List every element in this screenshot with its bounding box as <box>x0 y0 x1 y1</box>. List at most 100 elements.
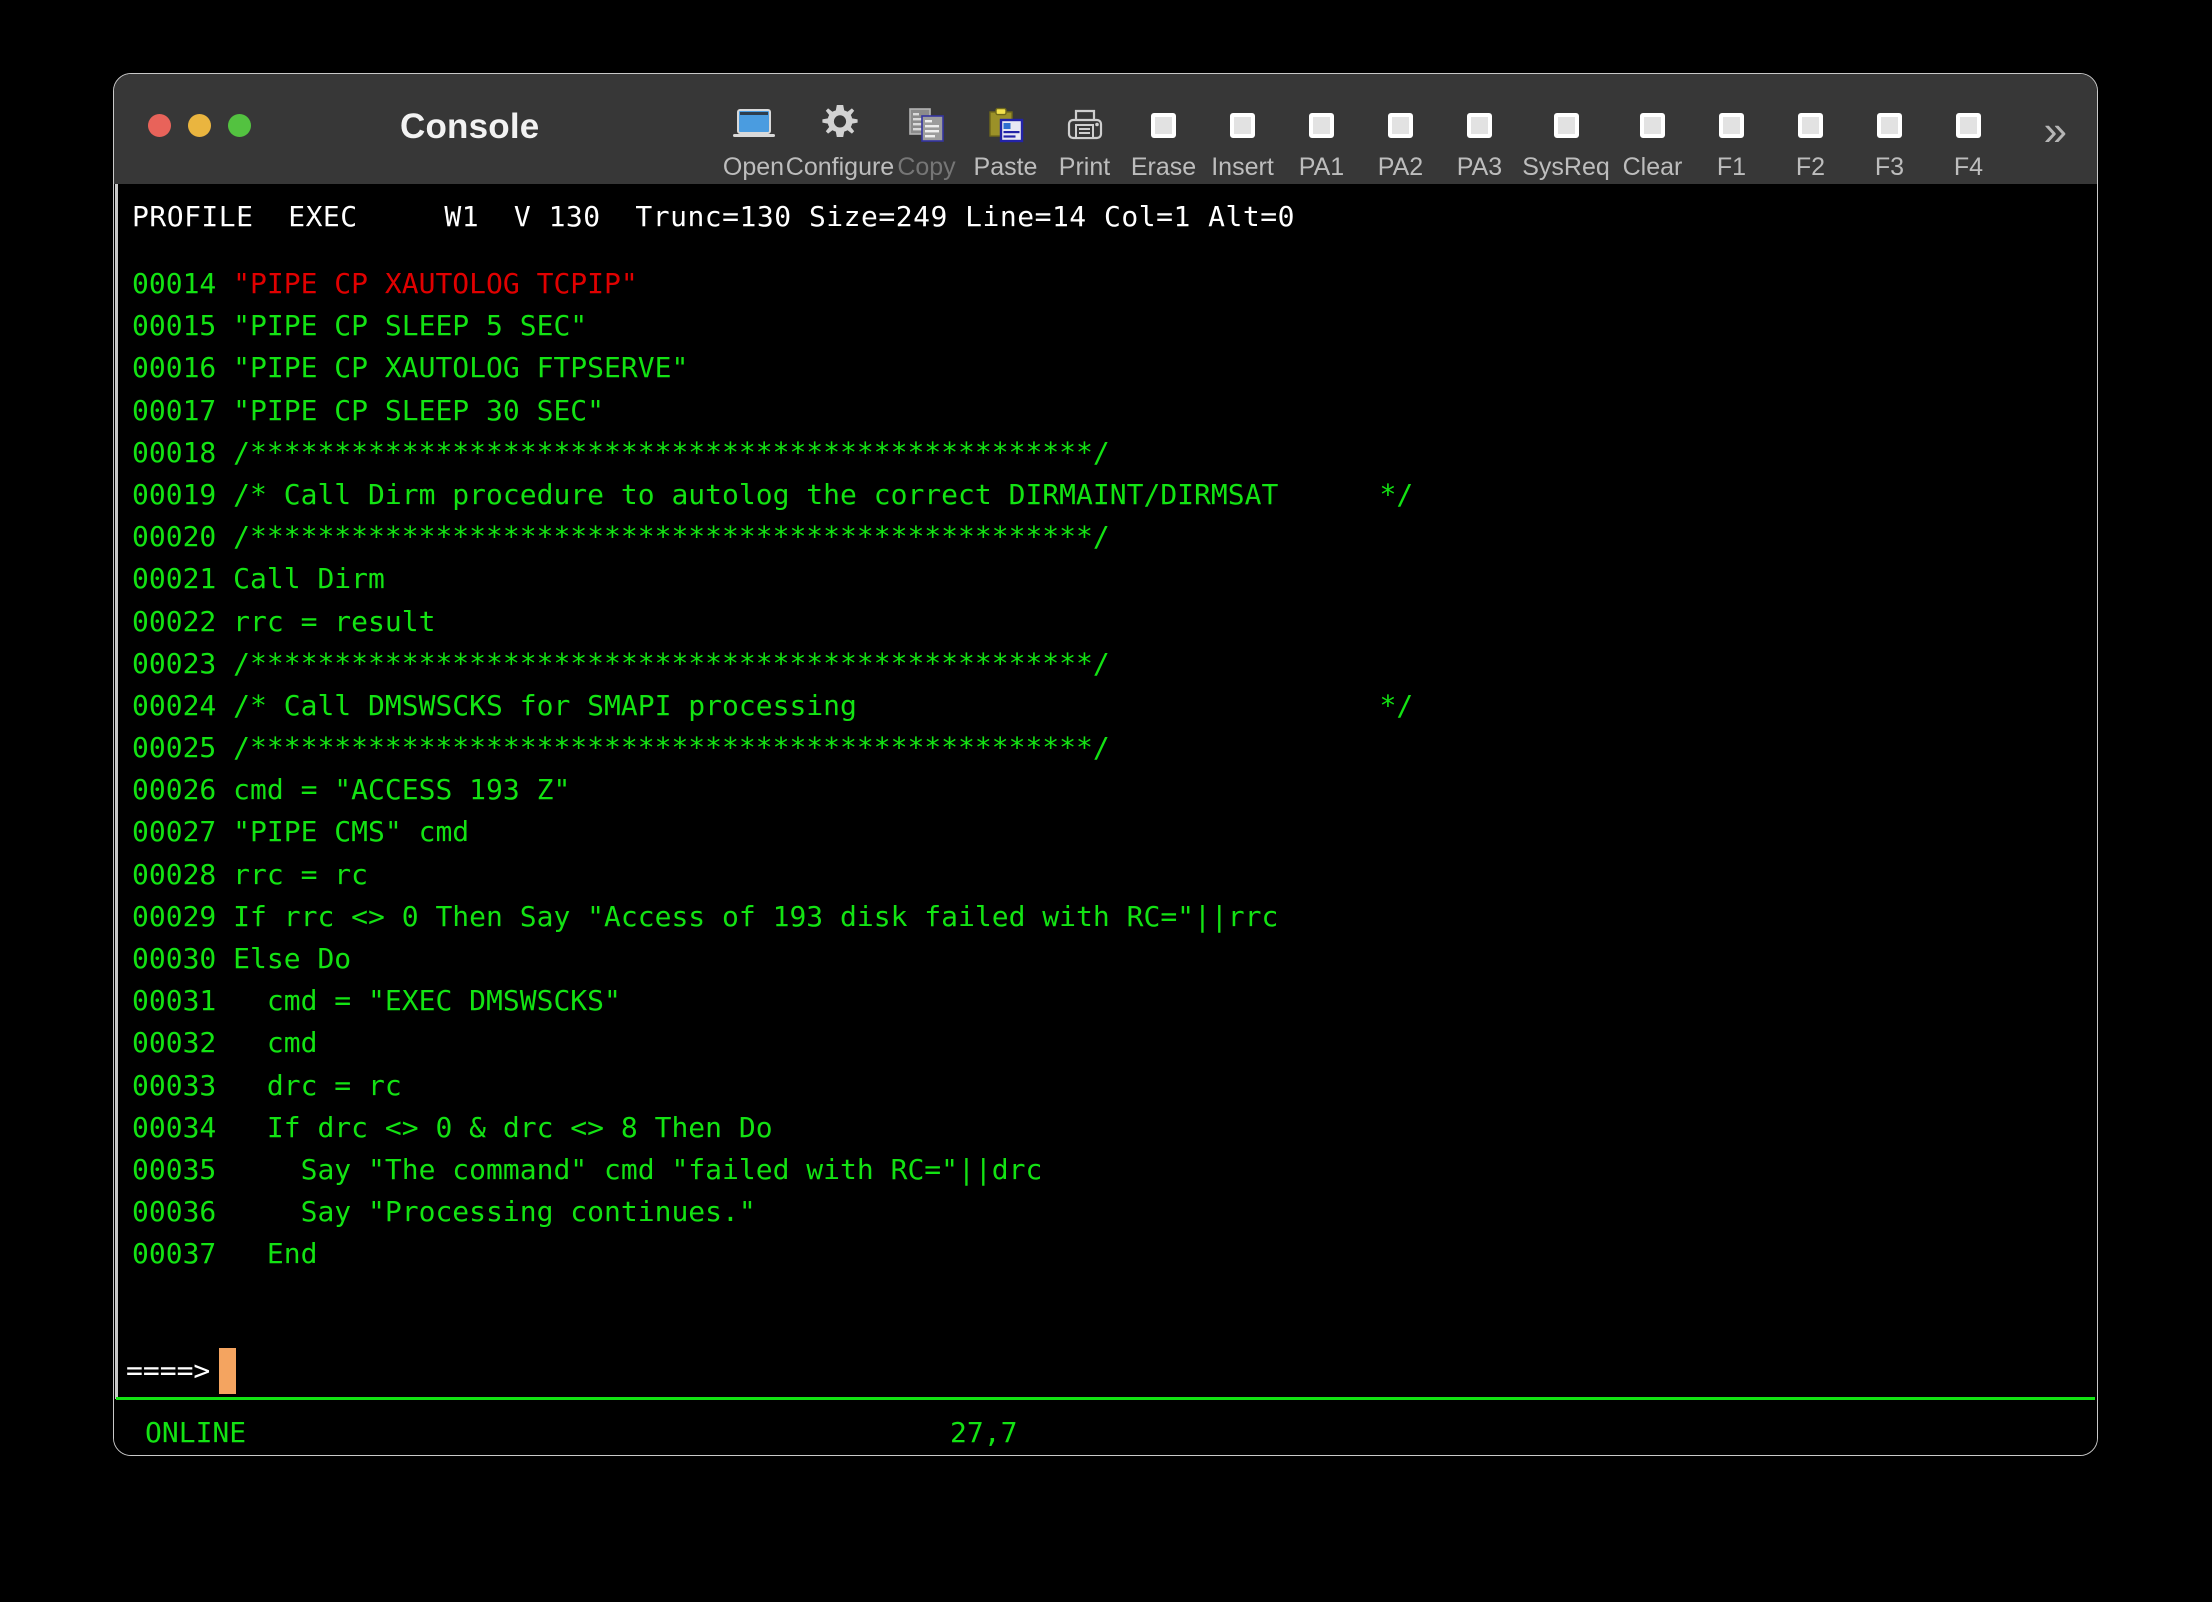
terminal-line[interactable]: 00024 /* Call DMSWSCKS for SMAPI process… <box>114 685 2097 727</box>
line-source: Call Dirm <box>216 562 385 596</box>
terminal-line[interactable]: 00018 /*********************************… <box>114 432 2097 474</box>
toolbar-button-clear[interactable]: Clear <box>1613 88 1692 180</box>
line-source: rrc = result <box>216 604 436 638</box>
terminal-line[interactable]: 00027 "PIPE CMS" cmd <box>114 811 2097 853</box>
terminal-line[interactable]: 00016 "PIPE CP XAUTOLOG FTPSERVE" <box>114 347 2097 389</box>
terminal-line[interactable]: 00020 /*********************************… <box>114 516 2097 558</box>
line-number: 00037 <box>132 1237 217 1271</box>
square-icon <box>1956 102 1981 148</box>
terminal-line[interactable]: 00037 End <box>114 1233 2097 1275</box>
terminal-line[interactable]: 00025 /*********************************… <box>114 727 2097 769</box>
toolbar-button-f1[interactable]: F1 <box>1692 88 1771 180</box>
terminal-screen[interactable]: PROFILE EXEC W1 V 130 Trunc=130 Size=249… <box>114 184 2097 1455</box>
toolbar-label-f2: F2 <box>1795 153 1826 181</box>
close-button[interactable] <box>148 114 171 137</box>
toolbar-label-open: Open <box>722 153 785 181</box>
line-source: "PIPE CP XAUTOLOG TCPIP" <box>216 267 638 300</box>
line-number: 00015 <box>132 309 217 343</box>
square-icon <box>1467 102 1492 148</box>
toolbar-label-clear: Clear <box>1622 153 1683 181</box>
window-titlebar: Console Open Configure Copy Paste Print … <box>114 74 2097 184</box>
line-source: /* Call DMSWSCKS for SMAPI processing */ <box>216 688 1414 722</box>
line-number: 00022 <box>132 604 217 638</box>
terminal-line[interactable]: 00022 rrc = result <box>114 601 2097 643</box>
line-source: /***************************************… <box>216 520 1110 554</box>
toolbar-button-pa1[interactable]: PA1 <box>1282 88 1361 180</box>
toolbar-button-f3[interactable]: F3 <box>1850 88 1929 180</box>
line-number: 00014 <box>132 267 217 300</box>
minimize-button[interactable] <box>188 114 211 137</box>
status-cursor-position: 27,7 <box>950 1416 1018 1449</box>
line-source: /***************************************… <box>216 646 1110 680</box>
toolbar-button-pa2[interactable]: PA2 <box>1361 88 1440 180</box>
square-icon <box>1877 102 1902 148</box>
terminal-line[interactable]: 00030 Else Do <box>114 938 2097 980</box>
command-line[interactable]: ====> <box>114 1347 2097 1395</box>
line-number: 00018 <box>132 435 217 469</box>
line-source: cmd <box>216 1026 318 1060</box>
line-number: 00028 <box>132 857 217 891</box>
line-source: cmd = "ACCESS 193 Z" <box>216 773 571 807</box>
toolbar-button-pa3[interactable]: PA3 <box>1440 88 1519 180</box>
toolbar-button-copy[interactable]: Copy <box>887 88 966 180</box>
toolbar-button-f4[interactable]: F4 <box>1929 88 2008 180</box>
line-number: 00019 <box>132 477 217 511</box>
line-source: If rrc <> 0 Then Say "Access of 193 disk… <box>216 899 1279 933</box>
square-icon <box>1798 102 1823 148</box>
terminal-line[interactable]: 00023 /*********************************… <box>114 643 2097 685</box>
line-number: 00023 <box>132 646 217 680</box>
line-number: 00020 <box>132 520 217 554</box>
square-icon <box>1553 102 1579 148</box>
toolbar-label-sysreq: SysReq <box>1522 153 1610 181</box>
toolbar-label-copy: Copy <box>897 153 956 181</box>
line-number: 00030 <box>132 942 217 975</box>
terminal-code-area[interactable]: 00014 "PIPE CP XAUTOLOG TCPIP" 00015 "PIP… <box>114 263 2097 1276</box>
toolbar-overflow-icon[interactable]: » <box>2044 110 2067 152</box>
line-number: 00032 <box>132 1026 217 1060</box>
terminal-line[interactable]: 00036 Say "Processing continues." <box>114 1191 2097 1233</box>
terminal-line[interactable]: 00032 cmd <box>114 1022 2097 1064</box>
line-source: End <box>216 1237 318 1271</box>
toolbar-button-f2[interactable]: F2 <box>1771 88 1850 180</box>
terminal-line[interactable]: 00033 drc = rc <box>114 1065 2097 1107</box>
toolbar-button-sysreq[interactable]: SysReq <box>1519 88 1613 180</box>
command-prompt: ====> <box>126 1354 211 1387</box>
toolbar-button-open[interactable]: Open <box>714 88 793 180</box>
terminal-line[interactable]: 00014 "PIPE CP XAUTOLOG TCPIP" <box>114 263 2097 305</box>
toolbar-label-pa2: PA2 <box>1377 153 1424 181</box>
terminal-line[interactable]: 00035 Say "The command" cmd "failed with… <box>114 1149 2097 1191</box>
toolbar-button-insert[interactable]: Insert <box>1203 88 1282 180</box>
terminal-line[interactable]: 00029 If rrc <> 0 Then Say "Access of 19… <box>114 896 2097 938</box>
window-title: Console <box>400 107 540 146</box>
window-controls <box>148 114 251 137</box>
terminal-line[interactable]: 00019 /* Call Dirm procedure to autolog … <box>114 474 2097 516</box>
square-icon <box>1230 102 1255 148</box>
printer-icon <box>1066 102 1104 148</box>
toolbar: Open Configure Copy Paste Print Erase In… <box>714 88 2008 184</box>
terminal-line[interactable]: 00028 rrc = rc <box>114 854 2097 896</box>
line-source: "PIPE CP SLEEP 30 SEC" <box>216 393 605 427</box>
terminal-line[interactable]: 00021 Call Dirm <box>114 558 2097 600</box>
toolbar-button-erase[interactable]: Erase <box>1124 88 1203 180</box>
terminal-line[interactable]: 00034 If drc <> 0 & drc <> 8 Then Do <box>114 1107 2097 1149</box>
line-source: Say "Processing continues." <box>216 1195 756 1229</box>
toolbar-label-f3: F3 <box>1874 153 1905 181</box>
square-icon <box>1151 102 1176 148</box>
toolbar-label-erase: Erase <box>1130 153 1197 181</box>
toolbar-button-paste[interactable]: Paste <box>966 88 1045 180</box>
terminal-header-line: PROFILE EXEC W1 V 130 Trunc=130 Size=249… <box>132 200 1295 233</box>
line-number: 00016 <box>132 351 217 385</box>
terminal-line[interactable]: 00017 "PIPE CP SLEEP 30 SEC" <box>114 390 2097 432</box>
toolbar-button-print[interactable]: Print <box>1045 88 1124 180</box>
line-number: 00029 <box>132 899 217 933</box>
line-source: If drc <> 0 & drc <> 8 Then Do <box>216 1110 773 1144</box>
terminal-line[interactable]: 00031 cmd = "EXEC DMSWSCKS" <box>114 980 2097 1022</box>
line-source: Else Do <box>216 942 352 975</box>
zoom-button[interactable] <box>228 114 251 137</box>
line-number: 00033 <box>132 1068 217 1102</box>
line-number: 00031 <box>132 984 217 1018</box>
toolbar-label-paste: Paste <box>973 153 1038 181</box>
terminal-line[interactable]: 00015 "PIPE CP SLEEP 5 SEC" <box>114 305 2097 347</box>
toolbar-button-configure[interactable]: Configure <box>786 88 894 180</box>
terminal-line[interactable]: 00026 cmd = "ACCESS 193 Z" <box>114 769 2097 811</box>
